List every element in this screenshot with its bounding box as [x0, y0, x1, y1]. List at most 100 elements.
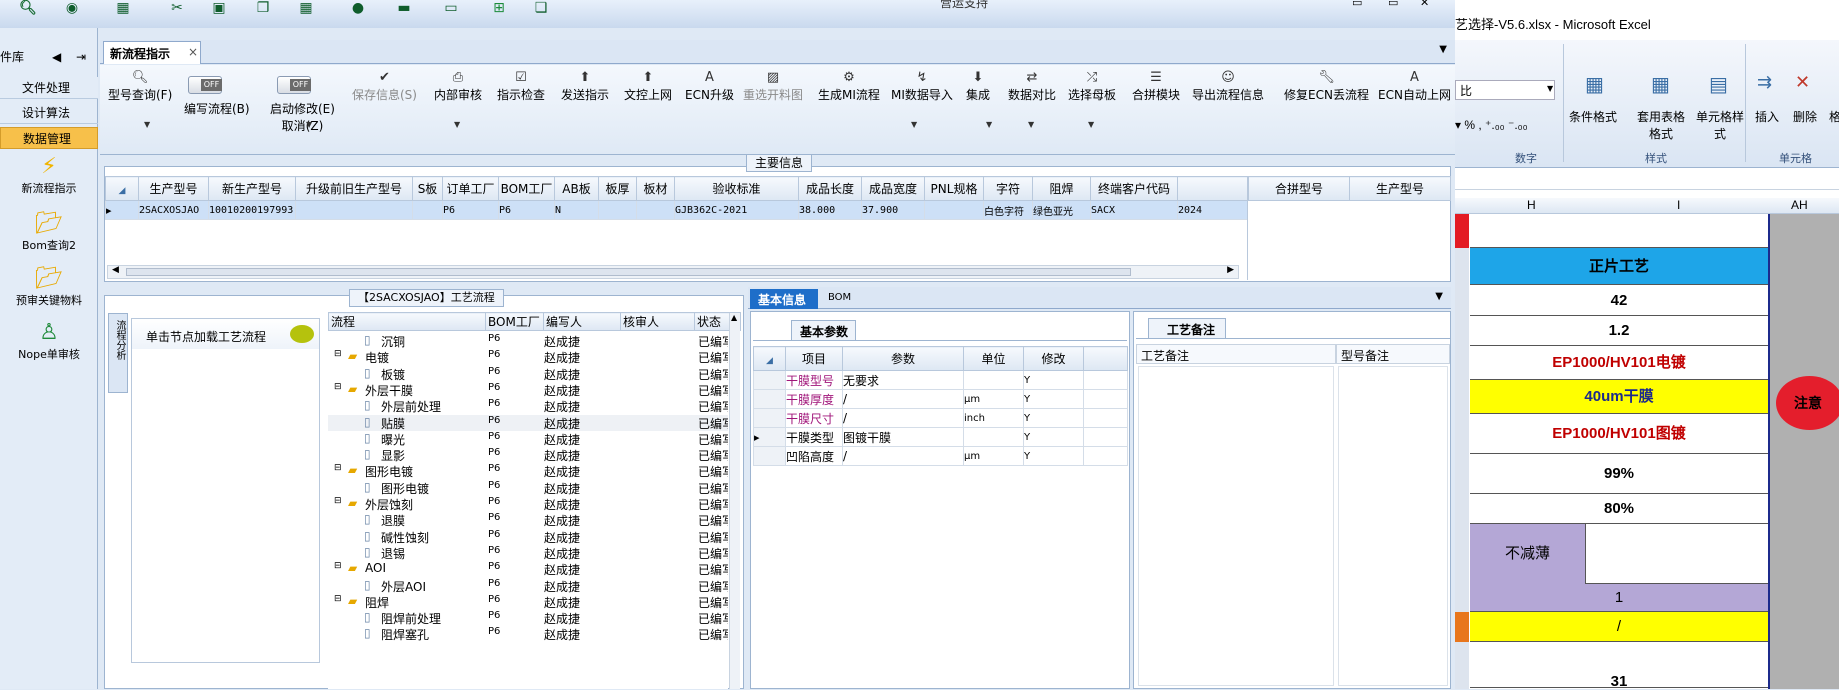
tree-node[interactable]: ▯ 外层前处理 P6 赵成捷 已编写	[328, 398, 728, 414]
tab-process-notes[interactable]: 工艺备注	[1148, 318, 1226, 339]
column-header[interactable]: 新生产型号	[208, 176, 296, 201]
nav-item-design[interactable]: 设计算法	[0, 102, 98, 124]
params-unit[interactable]: μm	[963, 446, 1024, 466]
nav-preview-material[interactable]: 📂︎ 预审关键物料	[0, 266, 98, 308]
grid-cell[interactable]	[924, 200, 984, 220]
grid-cell[interactable]	[412, 200, 443, 220]
pages-icon[interactable]: ❏	[530, 0, 552, 16]
grid-icon[interactable]: ▦	[295, 0, 317, 16]
conditional-format-button[interactable]: 条件格式	[1569, 108, 1617, 125]
params-row[interactable]: 干膜尺寸 / inch Y	[753, 408, 1128, 428]
dropdown-arrow-icon[interactable]: ▼	[986, 120, 992, 129]
format-button[interactable]: 格	[1829, 108, 1839, 125]
user-icon[interactable]: ●	[347, 0, 369, 16]
excel-cell[interactable]: 42	[1470, 285, 1768, 316]
tree-node[interactable]: ▯ 阻焊前处理 P6 赵成捷 已编写	[328, 610, 728, 626]
minimize-icon[interactable]: ▭	[1352, 0, 1362, 9]
process-column-header[interactable]: 编写人	[543, 312, 621, 331]
excel-cell[interactable]: 31	[1470, 674, 1768, 689]
tree-node[interactable]: ⊟ ▰ 图形电镀 P6 赵成捷 已编写	[328, 463, 728, 479]
tab-bom[interactable]: BOM	[828, 292, 851, 303]
excel-cell[interactable]: 99%	[1470, 454, 1768, 494]
col-header-ah[interactable]: AH	[1791, 198, 1808, 212]
excel-cell[interactable]: 不减薄	[1470, 524, 1768, 584]
nav-section-header[interactable]: 件库 ◀ ⇥	[0, 46, 98, 68]
process-column-header[interactable]: 核审人	[620, 312, 695, 331]
dropdown-arrow-icon[interactable]: ▼	[454, 120, 460, 129]
params-value[interactable]: /	[842, 389, 964, 409]
tab-basic-info[interactable]: 基本信息	[750, 289, 818, 309]
grid-cell[interactable]: 10010200197993	[208, 200, 296, 220]
ribbon-button-17[interactable]: 🔧︎ 修复ECN丢流程	[1284, 70, 1369, 103]
ribbon-button-11[interactable]: ↯ MI数据导入	[891, 70, 953, 103]
tree-node[interactable]: ⊟ ▰ 外层干膜 P6 赵成捷 已编写	[328, 382, 728, 398]
cell-style-button[interactable]: 单元格样式	[1695, 108, 1745, 142]
insert-button[interactable]: 插入	[1755, 108, 1779, 125]
grid-cell[interactable]: P6	[498, 200, 555, 220]
params-column-header[interactable]: 修改	[1023, 346, 1084, 371]
ribbon-button-12[interactable]: ⬇ 集成	[966, 70, 990, 103]
params-row[interactable]: 干膜厚度 / μm Y	[753, 389, 1128, 409]
excel-cell[interactable]: 正片工艺	[1470, 248, 1768, 285]
grid-cell[interactable]	[295, 200, 413, 220]
tree-node[interactable]: ▯ 曝光 P6 赵成捷 已编写	[328, 431, 728, 447]
column-header[interactable]: 板厚	[598, 176, 637, 201]
restore-icon[interactable]: ▭	[1388, 0, 1398, 9]
grid-cell[interactable]: 白色字符	[983, 200, 1033, 220]
table-format-button[interactable]: 套用表格格式	[1633, 108, 1689, 142]
tab-new-flow[interactable]: 新流程指示 ×	[103, 41, 201, 64]
tree-node[interactable]: ▯ 退锡 P6 赵成捷 已编写	[328, 545, 728, 561]
params-column-header[interactable]: 单位	[963, 346, 1024, 371]
globe-icon[interactable]: ◉	[60, 0, 84, 16]
tree-node[interactable]: ▯ 贴膜 P6 赵成捷 已编写	[328, 414, 728, 431]
merge-col-header[interactable]: 生产型号	[1349, 176, 1451, 201]
dropdown-arrow-icon[interactable]: ▼	[144, 120, 150, 129]
column-header[interactable]: 订单工厂	[442, 176, 499, 201]
params-value[interactable]: /	[842, 446, 964, 466]
nav-item-data-mgmt[interactable]: 数据管理	[0, 127, 98, 149]
grid-cell[interactable]: GJB362C-2021	[674, 200, 799, 220]
scroll-up-icon[interactable]: ▲	[731, 313, 737, 322]
process-column-header[interactable]: 流程	[328, 312, 486, 331]
grid-cell[interactable]: P6	[442, 200, 499, 220]
ribbon-button-3[interactable]: ✔ 保存信息(S)	[352, 70, 417, 103]
tab-close-icon[interactable]: ×	[188, 45, 198, 59]
tab-menu-icon[interactable]: ▼	[1439, 44, 1447, 55]
number-format-box[interactable]: 比	[1455, 80, 1555, 100]
ribbon-button-15[interactable]: ☰ 合拼模块	[1132, 70, 1180, 103]
ribbon-button-7[interactable]: ⬆ 文控上网	[624, 70, 672, 103]
collapse-icon[interactable]: ⊟	[334, 349, 342, 359]
params-unit[interactable]: μm	[963, 389, 1024, 409]
ribbon-button-16[interactable]: ☺ 导出流程信息	[1192, 70, 1264, 103]
grid-cell[interactable]: 2SACXOSJAO	[138, 200, 209, 220]
ribbon-button-5[interactable]: ☑ 指示检查	[497, 70, 545, 103]
excel-cell[interactable]: 40um干膜	[1470, 380, 1768, 414]
tree-node[interactable]: ▯ 外层AOI P6 赵成捷 已编写	[328, 578, 728, 594]
scroll-right-icon[interactable]: ▶	[1227, 265, 1234, 275]
column-header[interactable]: PNL规格	[924, 176, 984, 201]
collapse-left-icon[interactable]: ◀	[52, 46, 61, 68]
tree-node[interactable]: ▯ 碱性蚀刻 P6 赵成捷 已编写	[328, 529, 728, 545]
params-item[interactable]: 凹陷高度	[785, 446, 843, 466]
dropdown-arrow-icon[interactable]: ▼	[306, 120, 312, 129]
grid-cell[interactable]: N	[554, 200, 599, 220]
excel-cell[interactable]: 80%	[1470, 494, 1768, 524]
tree-node[interactable]: ⊟ ▰ 外层蚀刻 P6 赵成捷 已编写	[328, 496, 728, 512]
scroll-thumb[interactable]	[126, 268, 1131, 276]
tree-node[interactable]: ▯ 显影 P6 赵成捷 已编写	[328, 447, 728, 463]
column-header[interactable]: AB板	[554, 176, 599, 201]
collapse-icon[interactable]: ⊟	[334, 382, 342, 392]
ribbon-button-8[interactable]: A ECN升级	[685, 70, 734, 103]
ribbon-button-6[interactable]: ⬆ 发送指示	[561, 70, 609, 103]
ribbon-button-9[interactable]: ▨ 重选开料图	[743, 70, 803, 103]
column-header[interactable]: 生产型号	[138, 176, 209, 201]
write-flow-toggle[interactable]: OFF	[188, 76, 222, 94]
column-header[interactable]: S板	[412, 176, 443, 201]
params-item[interactable]: 干膜尺寸	[785, 408, 843, 428]
params-unit[interactable]	[963, 427, 1024, 447]
params-value[interactable]: /	[842, 408, 964, 428]
params-mod[interactable]: Y	[1023, 370, 1084, 390]
collapse-icon[interactable]: ⊟	[334, 594, 342, 604]
monitor-icon[interactable]: ▬	[393, 0, 415, 16]
excel-cell[interactable]	[1470, 214, 1768, 248]
